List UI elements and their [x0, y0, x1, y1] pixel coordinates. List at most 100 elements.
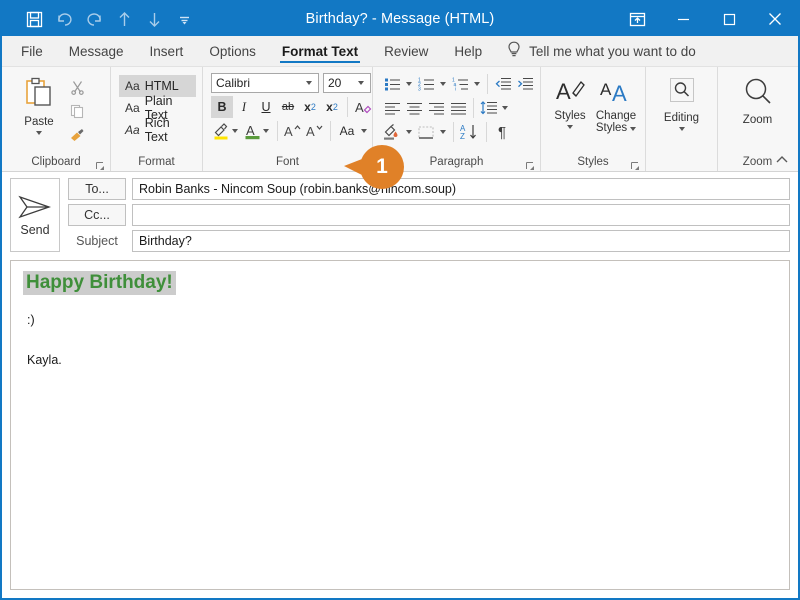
save-icon[interactable] — [20, 5, 48, 33]
shading-button[interactable] — [381, 121, 403, 143]
format-painter-button[interactable] — [66, 124, 88, 146]
tab-message[interactable]: Message — [56, 36, 137, 66]
svg-text:A: A — [612, 81, 627, 105]
cc-row: Cc... — [68, 204, 790, 226]
center-button[interactable] — [403, 97, 425, 119]
chevron-down-icon[interactable] — [440, 82, 446, 86]
chevron-down-icon[interactable] — [567, 125, 573, 129]
format-rich-text-option[interactable]: Aa Rich Text — [119, 116, 196, 144]
to-button[interactable]: To... — [68, 178, 126, 200]
copy-button[interactable] — [66, 100, 88, 122]
ribbon-group-font: Calibri 20 B I U ab x2 x 2 A A A A Aa Fo… — [202, 67, 372, 171]
chevron-down-icon[interactable] — [263, 129, 269, 133]
styles-button[interactable]: A Styles — [547, 73, 593, 129]
cc-input[interactable] — [132, 204, 790, 226]
tab-format-text[interactable]: Format Text — [269, 36, 371, 66]
tab-file[interactable]: File — [8, 36, 56, 66]
superscript-label: x — [326, 100, 333, 114]
show-formatting-marks-button[interactable]: ¶ — [491, 121, 513, 143]
paragraph-dialog-launcher[interactable] — [526, 160, 535, 170]
numbering-button[interactable]: 123 — [415, 73, 437, 95]
customize-quick-access-toolbar-icon[interactable] — [170, 5, 198, 33]
chevron-down-icon[interactable] — [36, 131, 42, 135]
chevron-down-icon[interactable] — [474, 82, 480, 86]
underline-button[interactable]: U — [255, 96, 277, 118]
to-input[interactable]: Robin Banks - Nincom Soup (robin.banks@n… — [132, 178, 790, 200]
text-highlight-color-button[interactable] — [211, 120, 231, 142]
grow-font-button[interactable]: A — [282, 120, 304, 142]
change-styles-button[interactable]: AA Change Styles — [593, 73, 639, 134]
clipboard-dialog-launcher[interactable] — [96, 160, 105, 170]
collapse-ribbon-button[interactable] — [774, 152, 790, 168]
tab-insert[interactable]: Insert — [137, 36, 197, 66]
change-styles-icon: AA — [599, 77, 633, 108]
superscript-button[interactable]: x2 — [321, 96, 343, 118]
chevron-down-icon[interactable] — [406, 130, 412, 134]
align-right-button[interactable] — [425, 97, 447, 119]
tab-review[interactable]: Review — [371, 36, 441, 66]
outlook-message-window: Birthday? - Message (HTML) File Message … — [0, 0, 800, 600]
clear-formatting-button[interactable]: A — [352, 96, 374, 118]
font-name-combo[interactable]: Calibri — [211, 73, 319, 93]
italic-button[interactable]: I — [233, 96, 255, 118]
recipient-fields: To... Robin Banks - Nincom Soup (robin.b… — [68, 178, 790, 252]
tab-options[interactable]: Options — [196, 36, 269, 66]
ribbon-group-editing: Editing — [645, 67, 717, 171]
chevron-down-icon[interactable] — [306, 81, 312, 85]
send-button[interactable]: Send — [10, 178, 60, 252]
maximize-icon[interactable] — [706, 2, 752, 36]
subscript-label: x — [304, 100, 311, 114]
format-plain-text-aa: Aa — [125, 101, 140, 115]
subscript-button[interactable]: x2 — [299, 96, 321, 118]
redo-icon[interactable] — [80, 5, 108, 33]
previous-item-icon[interactable] — [110, 5, 138, 33]
ribbon-group-clipboard: Paste Clipboard — [2, 67, 110, 171]
decrease-indent-button[interactable] — [492, 73, 514, 95]
align-left-button[interactable] — [381, 97, 403, 119]
next-item-icon[interactable] — [140, 5, 168, 33]
close-icon[interactable] — [752, 2, 798, 36]
chevron-down-icon[interactable] — [232, 129, 238, 133]
editing-button[interactable]: Editing — [655, 73, 709, 131]
message-body[interactable]: Happy Birthday! :) Kayla. — [10, 260, 790, 590]
bullets-button[interactable] — [381, 73, 403, 95]
line-spacing-button[interactable] — [478, 97, 500, 119]
cc-button[interactable]: Cc... — [68, 204, 126, 226]
paste-button[interactable]: Paste — [12, 73, 66, 135]
tell-me-search[interactable]: Tell me what you want to do — [495, 36, 696, 66]
cut-button[interactable] — [66, 76, 88, 98]
styles-dialog-launcher[interactable] — [631, 160, 640, 170]
strikethrough-button[interactable]: ab — [277, 96, 299, 118]
change-case-button[interactable]: Aa — [335, 120, 359, 142]
shrink-font-button[interactable]: A — [304, 120, 326, 142]
chevron-down-icon[interactable] — [678, 127, 685, 131]
multilevel-list-button[interactable]: 1ai — [449, 73, 471, 95]
zoom-button[interactable]: Zoom — [731, 73, 785, 126]
minimize-icon[interactable] — [660, 2, 706, 36]
subscript-sub: 2 — [310, 102, 316, 112]
font-size-value: 20 — [328, 76, 342, 90]
title-bar: Birthday? - Message (HTML) — [2, 2, 798, 36]
font-dialog-launcher[interactable] — [358, 160, 367, 170]
chevron-down-icon[interactable] — [440, 130, 446, 134]
change-case-label: Aa — [339, 124, 355, 138]
subject-input[interactable]: Birthday? — [132, 230, 790, 252]
undo-icon[interactable] — [50, 5, 78, 33]
justify-button[interactable] — [447, 97, 469, 119]
font-color-button[interactable]: A — [242, 120, 262, 142]
chevron-down-icon[interactable] — [406, 82, 412, 86]
font-size-combo[interactable]: 20 — [323, 73, 371, 93]
chevron-down-icon[interactable] — [502, 106, 508, 110]
chevron-down-icon[interactable] — [630, 126, 637, 131]
tab-help[interactable]: Help — [441, 36, 495, 66]
bold-button[interactable]: B — [211, 96, 233, 118]
chevron-down-icon[interactable] — [361, 129, 367, 133]
svg-text:A: A — [246, 123, 255, 138]
borders-button[interactable] — [415, 121, 437, 143]
ribbon-display-options-icon[interactable] — [614, 2, 660, 36]
format-rich-text-aa: Aa — [125, 123, 140, 137]
sort-button[interactable]: AZ — [458, 121, 482, 143]
italic-label: I — [241, 99, 247, 114]
increase-indent-button[interactable] — [514, 73, 536, 95]
chevron-down-icon[interactable] — [358, 81, 364, 85]
